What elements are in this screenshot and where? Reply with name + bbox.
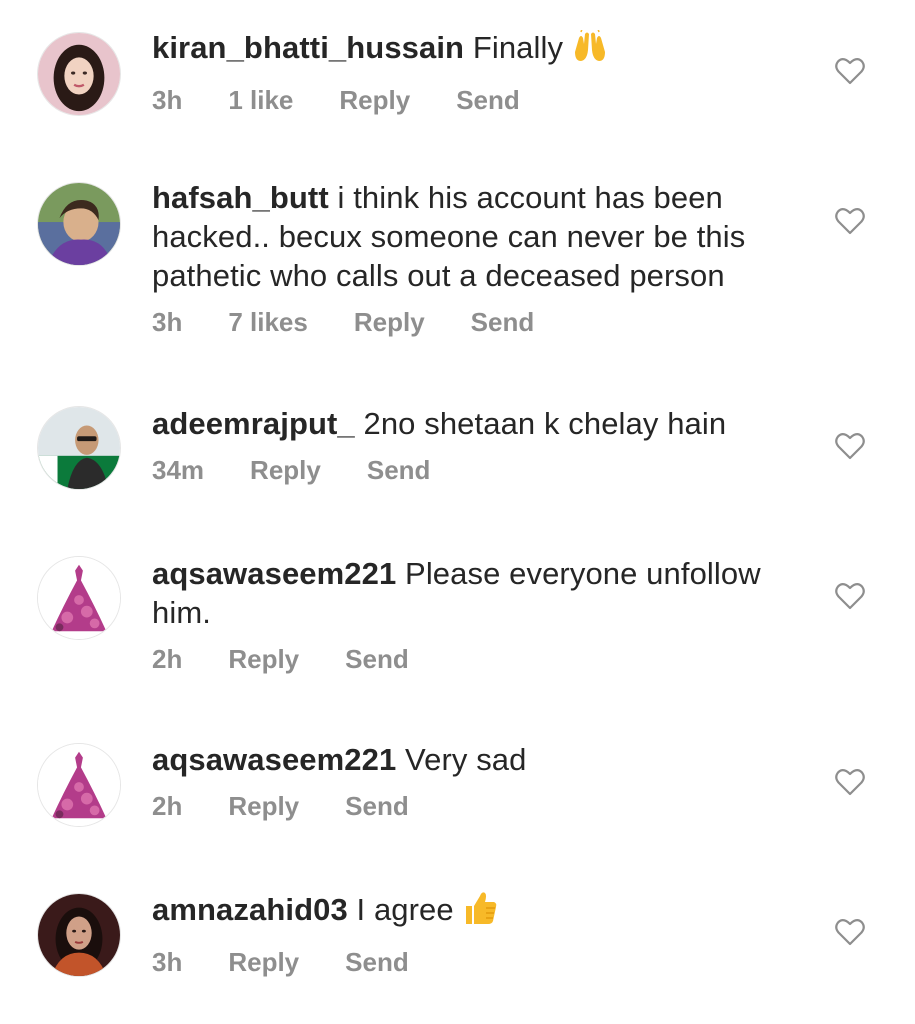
reply-button[interactable]: Reply	[228, 791, 299, 822]
comment-text: aqsawaseem221 Very sad	[152, 740, 802, 779]
heart-outline-icon[interactable]	[835, 432, 865, 460]
comment-time: 2h	[152, 644, 183, 674]
send-button[interactable]: Send	[345, 791, 409, 822]
thumbs-up-emoji-icon	[462, 890, 498, 935]
reply-button[interactable]: Reply	[354, 307, 425, 338]
comment-meta: 2h Reply Send	[152, 791, 802, 822]
avatar[interactable]	[37, 743, 121, 827]
heart-outline-icon[interactable]	[835, 207, 865, 235]
avatar[interactable]	[37, 182, 121, 266]
comment-meta: 3h 1 like Reply Send	[152, 85, 802, 116]
comment-time: 34m	[152, 455, 205, 485]
comment-list: kiran_bhatti_hussain Finally 3h 1 like R…	[0, 0, 915, 1024]
comment-message: Very sad	[405, 742, 527, 777]
raising-hands-emoji-icon	[571, 27, 609, 73]
heart-outline-icon[interactable]	[835, 918, 865, 946]
reply-button[interactable]: Reply	[228, 644, 299, 675]
comment-time: 3h	[152, 947, 183, 977]
send-button[interactable]: Send	[367, 455, 431, 486]
comment-text: kiran_bhatti_hussain Finally	[152, 27, 802, 73]
reply-button[interactable]: Reply	[228, 947, 299, 978]
comment-username[interactable]: amnazahid03	[152, 892, 348, 927]
heart-outline-icon[interactable]	[835, 768, 865, 796]
comment-message: 2no shetaan k chelay hain	[363, 406, 727, 441]
comment-meta: 2h Reply Send	[152, 644, 802, 675]
comment-text: hafsah_butt i think his account has been…	[152, 178, 802, 295]
comment-likes[interactable]: 1 like	[228, 85, 293, 116]
reply-button[interactable]: Reply	[250, 455, 321, 486]
comment-username[interactable]: hafsah_butt	[152, 180, 329, 215]
send-button[interactable]: Send	[471, 307, 535, 338]
comment-message: I agree	[356, 892, 454, 927]
send-button[interactable]: Send	[345, 947, 409, 978]
comment-time: 2h	[152, 791, 183, 821]
comment-username[interactable]: adeemrajput_	[152, 406, 355, 441]
reply-button[interactable]: Reply	[339, 85, 410, 116]
comment-username[interactable]: kiran_bhatti_hussain	[152, 30, 464, 65]
comment-message: Finally	[472, 30, 564, 65]
avatar[interactable]	[37, 406, 121, 490]
comment-username[interactable]: aqsawaseem221	[152, 556, 396, 591]
send-button[interactable]: Send	[456, 85, 520, 116]
comment-username[interactable]: aqsawaseem221	[152, 742, 396, 777]
comment-meta: 34m Reply Send	[152, 455, 802, 486]
comment-time: 3h	[152, 85, 183, 115]
send-button[interactable]: Send	[345, 644, 409, 675]
avatar[interactable]	[37, 556, 121, 640]
comment-meta: 3h 7 likes Reply Send	[152, 307, 802, 338]
comment-meta: 3h Reply Send	[152, 947, 802, 978]
comment-likes[interactable]: 7 likes	[228, 307, 308, 338]
avatar[interactable]	[37, 32, 121, 116]
heart-outline-icon[interactable]	[835, 57, 865, 85]
avatar[interactable]	[37, 893, 121, 977]
comment-text: amnazahid03 I agree	[152, 890, 802, 935]
comment-text: aqsawaseem221 Please everyone unfollow h…	[152, 554, 802, 632]
comment-text: adeemrajput_ 2no shetaan k chelay hain	[152, 404, 802, 443]
comment-time: 3h	[152, 307, 183, 337]
heart-outline-icon[interactable]	[835, 582, 865, 610]
